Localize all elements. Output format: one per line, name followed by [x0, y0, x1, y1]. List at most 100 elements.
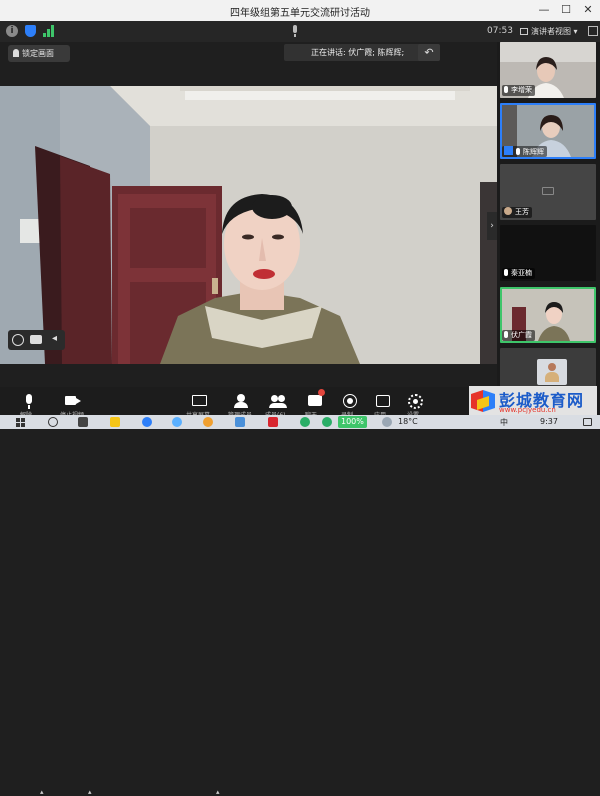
apps-button[interactable]	[372, 392, 394, 410]
chat-icon	[308, 395, 322, 406]
microphone-status-icon	[291, 25, 299, 37]
participant-name: 李增荣	[511, 86, 532, 94]
settings-hub	[413, 399, 418, 404]
participant-panel: 李增荣 陈辉辉 王芳 秦亚楠 伏广霞	[497, 42, 600, 387]
maximize-button[interactable]: ☐	[555, 2, 577, 18]
task-view-icon[interactable]	[78, 417, 88, 427]
record-dot	[347, 398, 353, 404]
chat-bubble-icon[interactable]	[30, 335, 42, 344]
apps-icon	[376, 395, 390, 407]
meeting-app-icon[interactable]	[203, 417, 213, 427]
reaction-bar: ◂	[8, 330, 65, 350]
meeting-toolbar: i 正在讲话: 伏广霞; 陈辉辉; ↶ 07:53 演讲者视图 ▾	[0, 21, 600, 61]
photos-icon[interactable]	[235, 417, 245, 427]
participant-name-tag: 陈辉辉	[502, 146, 547, 157]
microphone-stand	[28, 405, 30, 409]
manage-users-body	[234, 402, 248, 408]
windows-icon	[16, 418, 20, 422]
start-button[interactable]	[16, 418, 25, 427]
camera-off-icon	[542, 187, 554, 195]
chat-button[interactable]	[305, 389, 327, 410]
person-icon	[548, 363, 556, 371]
mute-options-caret[interactable]: ▴	[40, 788, 44, 796]
back-arrow-icon[interactable]: ↶	[418, 44, 440, 61]
emoji-icon[interactable]	[12, 334, 24, 346]
window-titlebar: 四年级组第五单元交流研讨活动 — ☐ ✕	[0, 0, 600, 21]
temperature: 18°C	[398, 417, 418, 426]
info-icon[interactable]: i	[6, 25, 18, 37]
muted-mic-icon	[504, 331, 508, 338]
signal-icon[interactable]	[43, 25, 55, 37]
wechat-alt-icon[interactable]	[322, 417, 332, 427]
user-icon	[504, 146, 513, 155]
video-button[interactable]	[62, 392, 84, 410]
notification-icon[interactable]	[583, 418, 592, 426]
browser-icon[interactable]	[142, 417, 152, 427]
muted-mic-icon	[504, 269, 508, 276]
windows-icon-2	[21, 418, 25, 422]
participants-body	[269, 403, 287, 408]
main-video: ›	[0, 86, 497, 364]
search-icon[interactable]	[48, 417, 58, 427]
wps-icon[interactable]	[268, 417, 278, 427]
video-camera-icon	[65, 396, 76, 405]
pin-video-button[interactable]: 锁定画面	[8, 45, 70, 62]
video-options-caret[interactable]: ▴	[88, 788, 92, 796]
meeting-timer: 07:53	[487, 26, 513, 36]
avatar	[537, 359, 567, 385]
participant-name: 伏广霞	[511, 331, 532, 339]
microphone-icon	[26, 394, 32, 404]
chat-notification-badge	[318, 389, 325, 396]
speaking-indicator: 正在讲话: 伏广霞; 陈辉辉;	[284, 44, 440, 61]
participants-button[interactable]	[267, 392, 289, 410]
clock[interactable]: 9:37	[540, 417, 558, 426]
muted-mic-icon	[504, 86, 508, 93]
windows-icon-4	[21, 423, 25, 427]
grid-view-icon	[520, 28, 528, 35]
participant-name-tag: 秦亚楠	[502, 268, 535, 279]
participant-tile-1[interactable]: 李增荣	[500, 42, 596, 98]
participants-icon-2	[278, 395, 285, 402]
battery-indicator[interactable]: 100%	[338, 416, 367, 428]
manage-users-button[interactable]	[231, 392, 253, 410]
weather-icon[interactable]	[382, 417, 392, 427]
participant-tile-2[interactable]: 陈辉辉	[500, 103, 596, 159]
pin-label: 锁定画面	[22, 49, 54, 58]
window-title: 四年级组第五单元交流研讨活动	[230, 8, 370, 19]
collapse-arrow-icon[interactable]: ◂	[52, 333, 57, 344]
mic-icon	[516, 148, 520, 155]
view-mode-label: 演讲者视图	[531, 27, 571, 36]
manage-users-icon	[237, 394, 245, 402]
close-button[interactable]: ✕	[577, 2, 599, 18]
participant-tile-3[interactable]: 王芳	[500, 164, 596, 220]
pin-icon	[13, 49, 19, 57]
view-mode-button[interactable]: 演讲者视图 ▾	[520, 24, 582, 39]
speaker-video-frame	[0, 86, 497, 364]
wechat-icon[interactable]	[300, 417, 310, 427]
next-page-arrow[interactable]: ›	[487, 212, 497, 240]
settings-button[interactable]	[405, 392, 427, 410]
participant-tile-6[interactable]	[500, 348, 596, 387]
video-camera-lens	[76, 398, 81, 404]
mute-button[interactable]	[18, 392, 40, 410]
file-explorer-icon[interactable]	[110, 417, 120, 427]
share-options-caret[interactable]: ▴	[216, 788, 220, 796]
share-screen-icon	[192, 395, 207, 406]
participant-tile-4[interactable]: 秦亚楠	[500, 225, 596, 281]
windows-taskbar: 100% 18°C 中 9:37	[0, 415, 600, 429]
edge-icon[interactable]	[172, 417, 182, 427]
participant-name: 王芳	[515, 208, 529, 216]
speaking-label: 正在讲话: 伏广霞; 陈辉辉;	[311, 48, 405, 57]
watermark-logo: 彭城教育网 www.pcjyedu.cn	[469, 386, 597, 416]
windows-icon-3	[16, 423, 20, 427]
chevron-down-icon: ▾	[571, 27, 578, 36]
minimize-button[interactable]: —	[533, 2, 555, 18]
participant-name: 陈辉辉	[523, 148, 544, 156]
fullscreen-icon[interactable]	[588, 26, 598, 36]
record-button[interactable]	[339, 392, 361, 410]
share-screen-button[interactable]	[189, 392, 211, 410]
shield-icon[interactable]	[25, 25, 36, 37]
input-method[interactable]: 中	[500, 417, 508, 428]
participant-tile-5[interactable]: 伏广霞	[500, 287, 596, 343]
participants-icon	[271, 395, 278, 402]
